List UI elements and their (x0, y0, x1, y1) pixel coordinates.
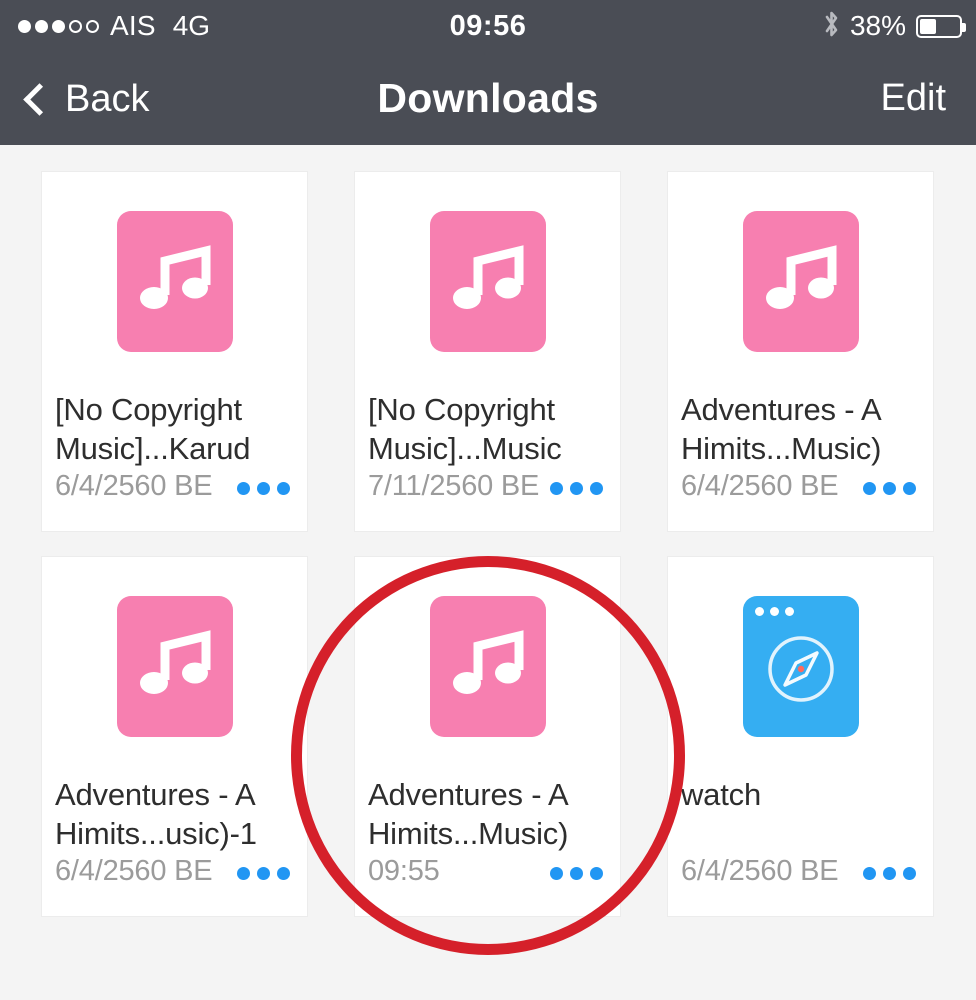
file-card[interactable]: [No Copyright Music]...Music 7/11/2560 B… (354, 171, 621, 532)
file-thumbnail (668, 557, 933, 775)
file-date: 6/4/2560 BE (681, 855, 839, 887)
music-file-icon (429, 210, 546, 352)
file-card[interactable]: [No Copyright Music]...Karud 6/4/2560 BE (41, 171, 308, 532)
file-thumbnail (355, 172, 620, 390)
more-dots-icon[interactable] (227, 474, 294, 499)
file-thumbnail (42, 172, 307, 390)
battery-percent-label: 38% (849, 10, 906, 41)
page-title: Downloads (377, 75, 599, 121)
downloads-grid: [No Copyright Music]...Karud 6/4/2560 BE… (0, 145, 976, 1000)
file-title: Adventures - A Himits...Music) (368, 777, 569, 851)
navigation-bar: Back Downloads Edit (0, 52, 976, 145)
status-bar-right: 38% (823, 9, 966, 44)
more-dots-icon[interactable] (227, 859, 294, 884)
browser-window-dots-icon (754, 606, 794, 616)
file-date: 6/4/2560 BE (681, 470, 839, 502)
file-date: 6/4/2560 BE (55, 470, 213, 502)
file-meta-row: 7/11/2560 BE (368, 470, 607, 503)
file-meta-row: 6/4/2560 BE (55, 470, 294, 503)
file-card-highlighted[interactable]: Adventures - A Himits...Music) 09:55 (354, 556, 621, 917)
music-file-icon (429, 595, 546, 737)
file-card[interactable]: Adventures - A Himits...Music) 6/4/2560 … (667, 171, 934, 532)
file-date: 6/4/2560 BE (55, 855, 213, 887)
edit-button[interactable]: Edit (881, 52, 946, 145)
more-dots-icon[interactable] (540, 474, 607, 499)
music-file-icon (742, 210, 859, 352)
battery-icon (916, 14, 966, 38)
status-bar: AIS 4G 09:56 38% (0, 0, 976, 52)
bluetooth-icon (823, 9, 840, 44)
more-dots-icon[interactable] (853, 474, 920, 499)
file-title: Adventures - A Himits...Music) (681, 392, 882, 466)
file-meta-row: 6/4/2560 BE (681, 470, 920, 503)
file-date: 7/11/2560 BE (368, 470, 540, 502)
more-dots-icon[interactable] (853, 859, 920, 884)
file-thumbnail (355, 557, 620, 775)
phone-screen: AIS 4G 09:56 38% Back Downloads Edit [No… (0, 0, 976, 1000)
file-meta-row: 6/4/2560 BE (55, 855, 294, 888)
more-dots-icon[interactable] (540, 859, 607, 884)
music-file-icon (116, 210, 233, 352)
file-thumbnail (42, 557, 307, 775)
file-title: [No Copyright Music]...Karud (55, 392, 251, 466)
music-file-icon (116, 595, 233, 737)
file-card[interactable]: Adventures - A Himits...usic)-1 6/4/2560… (41, 556, 308, 917)
file-card[interactable]: watch 6/4/2560 BE (667, 556, 934, 917)
file-title: [No Copyright Music]...Music (368, 392, 562, 466)
file-meta-row: 09:55 (368, 855, 607, 888)
file-title: Adventures - A Himits...usic)-1 (55, 777, 257, 851)
file-thumbnail (668, 172, 933, 390)
file-title: watch (681, 777, 761, 812)
browser-file-icon (742, 595, 859, 737)
file-meta-row: 6/4/2560 BE (681, 855, 920, 888)
file-date: 09:55 (368, 855, 440, 887)
